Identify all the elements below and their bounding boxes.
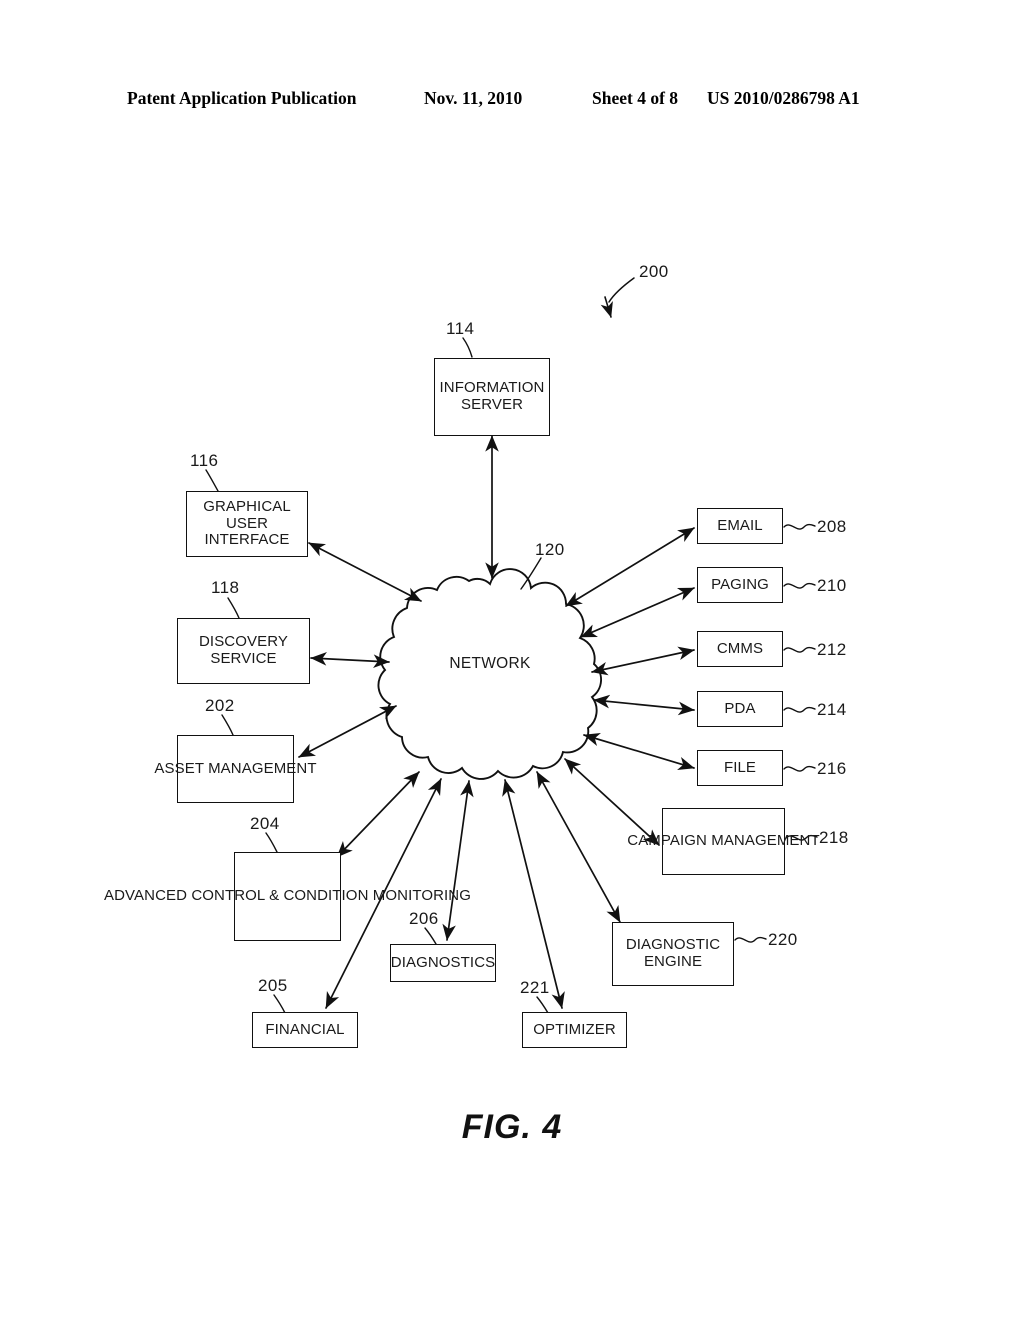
node-optimizer-label: OPTIMIZER [533,1020,616,1038]
node-pda-label: PDA [724,699,756,717]
refnum-216: 216 [817,759,847,778]
network-cloud-label: NETWORK [449,655,531,672]
node-pda[interactable]: PDA [697,691,783,727]
refnum-205: 205 [258,976,288,995]
refnum-210: 210 [817,576,847,595]
node-diagnostic-engine-label: DIAGNOSTIC ENGINE [625,936,721,970]
node-paging[interactable]: PAGING [697,567,783,603]
refnum-202: 202 [205,696,235,715]
refnum-220: 220 [768,930,798,949]
node-campaign-management-label: CAMPAIGN MANAGEMENT [627,832,820,850]
node-email-label: EMAIL [717,516,763,534]
refnum-116: 116 [190,451,219,470]
node-discovery-service[interactable]: DISCOVERY SERVICE [177,618,310,684]
node-optimizer[interactable]: OPTIMIZER [522,1012,627,1048]
refnum-120: 120 [535,540,565,559]
node-financial-label: FINANCIAL [265,1020,345,1038]
node-cmms[interactable]: CMMS [697,631,783,667]
node-asset-management[interactable]: ASSET MANAGEMENT [154,735,316,803]
figure-caption: FIG. 4 [461,1108,563,1146]
refnum-208: 208 [817,517,847,536]
node-advanced-control-condition-monitoring-label: ADVANCED CONTROL & CONDITION MONITORING [104,887,471,905]
node-paging-label: PAGING [711,575,769,593]
node-information-server[interactable]: INFORMATION SERVER [434,358,550,436]
refnum-212: 212 [817,640,847,659]
node-graphical-user-interface[interactable]: GRAPHICAL USER INTERFACE [186,491,308,557]
node-file-label: FILE [723,758,757,776]
refnum-218: 218 [819,828,849,847]
node-advanced-control-condition-monitoring[interactable]: ADVANCED CONTROL & CONDITION MONITORING [104,852,471,941]
refnum-114: 114 [446,319,475,338]
node-asset-management-label: ASSET MANAGEMENT [154,759,317,777]
node-cmms-label: CMMS [716,639,764,657]
refnum-200: 200 [639,262,669,281]
node-financial[interactable]: FINANCIAL [252,1012,358,1048]
node-discovery-service-label: DISCOVERY SERVICE [199,633,288,667]
refnum-206: 206 [409,909,439,928]
refnum-221: 221 [520,978,550,997]
node-graphical-user-interface-label: GRAPHICAL USER INTERFACE [203,497,291,549]
node-diagnostics[interactable]: DIAGNOSTICS [390,944,496,982]
node-campaign-management[interactable]: CAMPAIGN MANAGEMENT [627,808,820,875]
node-diagnostics-label: DIAGNOSTICS [390,953,496,971]
refnum-118: 118 [211,578,240,597]
node-information-server-label: INFORMATION SERVER [439,379,545,413]
node-file[interactable]: FILE [697,750,783,786]
node-diagnostic-engine[interactable]: DIAGNOSTIC ENGINE [612,922,734,986]
refnum-214: 214 [817,700,847,719]
refnum-204: 204 [250,814,280,833]
node-email[interactable]: EMAIL [697,508,783,544]
